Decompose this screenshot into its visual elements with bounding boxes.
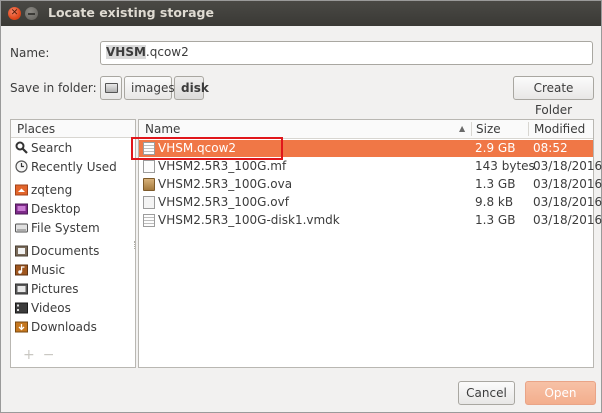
search-icon bbox=[15, 141, 28, 154]
file-name: VHSM2.5R3_100G-disk1.vmdk bbox=[158, 213, 340, 227]
column-header-name[interactable]: Name bbox=[145, 122, 180, 136]
name-input[interactable]: VHSM.qcow2 bbox=[100, 41, 593, 65]
name-input-rest-text: .qcow2 bbox=[145, 45, 189, 59]
column-header-modified[interactable]: Modified bbox=[534, 122, 585, 136]
file-row[interactable]: VHSM2.5R3_100G.mf 143 bytes 03/18/2016 bbox=[139, 158, 602, 175]
videos-icon bbox=[15, 302, 28, 314]
filesystem-icon bbox=[15, 223, 28, 233]
places-item-label: zqteng bbox=[31, 183, 73, 197]
places-item-label: Videos bbox=[31, 301, 71, 315]
column-header-size[interactable]: Size bbox=[476, 122, 501, 136]
places-item-file-system[interactable]: File System bbox=[11, 219, 135, 238]
path-crumb-images[interactable]: images bbox=[124, 76, 175, 100]
places-item-label: Desktop bbox=[31, 202, 81, 216]
documents-icon bbox=[15, 245, 28, 257]
places-item-desktop[interactable]: Desktop bbox=[11, 200, 135, 219]
places-item-label: Pictures bbox=[31, 282, 79, 296]
title-bar[interactable]: ✕ Locate existing storage bbox=[1, 1, 601, 26]
file-chooser-dialog: ✕ Locate existing storage Name: VHSM.qco… bbox=[0, 0, 602, 413]
disk-image-icon bbox=[143, 214, 155, 227]
places-footer: +− bbox=[23, 347, 62, 363]
file-row[interactable]: VHSM2.5R3_100G.ova 1.3 GB 03/18/2016 bbox=[139, 176, 602, 193]
name-input-selected-text: VHSM bbox=[106, 45, 146, 59]
file-modified: 03/18/2016 bbox=[533, 177, 602, 191]
file-size: 143 bytes bbox=[475, 159, 535, 173]
places-sidebar: Places Search Recently Used zqteng Deskt… bbox=[10, 119, 136, 368]
file-name: VHSM2.5R3_100G.mf bbox=[158, 159, 287, 173]
minimize-icon[interactable] bbox=[25, 7, 38, 20]
close-icon[interactable]: ✕ bbox=[8, 7, 21, 20]
places-item-label: Documents bbox=[31, 244, 100, 258]
file-size: 2.9 GB bbox=[475, 141, 516, 155]
places-item-search[interactable]: Search bbox=[11, 139, 135, 158]
places-item-downloads[interactable]: Downloads bbox=[11, 318, 135, 337]
file-name: VHSM2.5R3_100G.ova bbox=[158, 177, 293, 191]
create-folder-button[interactable]: Create Folder bbox=[513, 76, 594, 117]
column-divider[interactable] bbox=[471, 122, 472, 136]
places-item-recently-used[interactable]: Recently Used bbox=[11, 158, 135, 177]
path-root-button[interactable] bbox=[100, 76, 122, 100]
pictures-icon bbox=[15, 283, 28, 295]
file-name: VHSM2.5R3_100G.ovf bbox=[158, 195, 289, 209]
places-header[interactable]: Places bbox=[11, 120, 135, 138]
save-in-folder-label: Save in folder: bbox=[10, 81, 97, 95]
places-item-label: Downloads bbox=[31, 320, 97, 334]
places-item-label: Recently Used bbox=[31, 160, 117, 174]
add-bookmark-button[interactable]: + bbox=[23, 347, 43, 363]
window-title: Locate existing storage bbox=[48, 5, 214, 20]
places-item-label: File System bbox=[31, 221, 100, 235]
cancel-button[interactable]: Cancel bbox=[458, 381, 515, 405]
file-modified: 03/18/2016 bbox=[533, 195, 602, 209]
places-item-pictures[interactable]: Pictures bbox=[11, 280, 135, 299]
places-item-documents[interactable]: Documents bbox=[11, 242, 135, 261]
places-item-label: Search bbox=[31, 141, 73, 155]
places-item-videos[interactable]: Videos bbox=[11, 299, 135, 318]
file-row[interactable]: VHSM2.5R3_100G.ovf 9.8 kB 03/18/2016 bbox=[139, 194, 602, 211]
harddisk-icon bbox=[105, 83, 118, 93]
pane-resize-handle[interactable] bbox=[134, 241, 137, 249]
file-size: 1.3 GB bbox=[475, 213, 516, 227]
music-icon bbox=[15, 264, 28, 276]
downloads-icon bbox=[15, 321, 28, 333]
name-label: Name: bbox=[10, 46, 50, 60]
file-modified: 03/18/2016 bbox=[533, 213, 602, 227]
home-folder-icon bbox=[15, 184, 28, 196]
annotation-highlight-box bbox=[131, 137, 283, 160]
file-modified: 08:52 bbox=[533, 141, 568, 155]
places-item-label: Music bbox=[31, 263, 66, 277]
file-size: 1.3 GB bbox=[475, 177, 516, 191]
open-button[interactable]: Open bbox=[525, 381, 596, 405]
text-file-icon bbox=[143, 160, 155, 173]
sort-ascending-icon: ▲ bbox=[459, 124, 466, 133]
file-row[interactable]: VHSM2.5R3_100G-disk1.vmdk 1.3 GB 03/18/2… bbox=[139, 212, 602, 229]
places-item-zqteng[interactable]: zqteng bbox=[11, 181, 135, 200]
archive-icon bbox=[143, 178, 155, 191]
remove-bookmark-button[interactable]: − bbox=[43, 347, 63, 363]
places-item-music[interactable]: Music bbox=[11, 261, 135, 280]
desktop-icon bbox=[15, 203, 28, 215]
column-divider[interactable] bbox=[528, 122, 529, 136]
file-size: 9.8 kB bbox=[475, 195, 514, 209]
clock-icon bbox=[15, 160, 28, 173]
xml-file-icon bbox=[143, 196, 155, 209]
file-modified: 03/18/2016 bbox=[533, 159, 602, 173]
path-crumb-disk[interactable]: disk bbox=[174, 76, 209, 100]
